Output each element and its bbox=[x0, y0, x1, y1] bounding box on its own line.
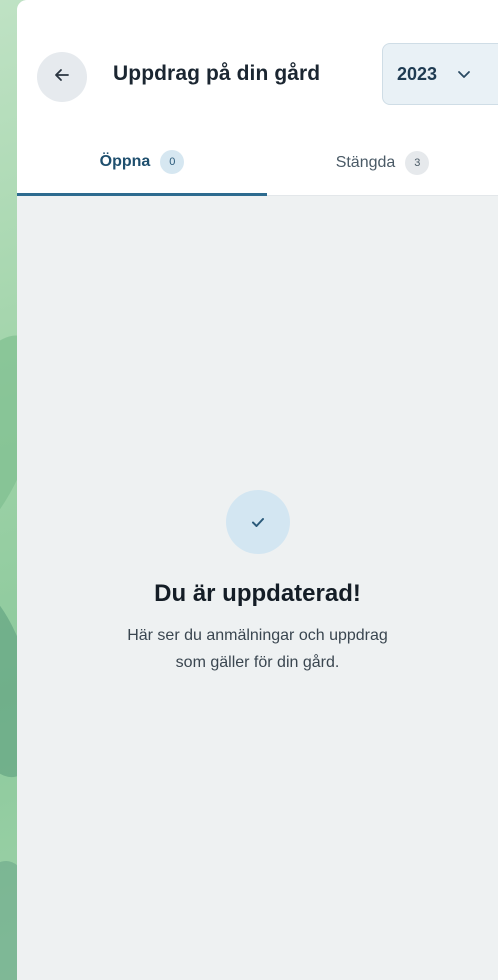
empty-state: Du är uppdaterad! Här ser du anmälningar… bbox=[17, 490, 498, 676]
tab-open-count-badge: 0 bbox=[160, 149, 185, 174]
year-select[interactable]: 2023 bbox=[382, 43, 498, 105]
tab-open-label: Öppna bbox=[99, 152, 151, 170]
empty-state-title: Du är uppdaterad! bbox=[154, 580, 361, 607]
back-button[interactable] bbox=[37, 52, 87, 102]
tab-bar: Öppna 0 Stängda 3 bbox=[17, 130, 498, 196]
header: Uppdrag på din gård 2023 Öppna 0 Stängda… bbox=[17, 0, 498, 196]
tab-closed[interactable]: Stängda 3 bbox=[267, 130, 498, 196]
year-select-value: 2023 bbox=[397, 63, 438, 84]
page-title: Uppdrag på din gård bbox=[113, 62, 321, 85]
empty-state-text: Här ser du anmälningar och uppdrag som g… bbox=[127, 627, 388, 671]
chevron-down-icon bbox=[455, 65, 473, 83]
check-icon bbox=[225, 490, 290, 554]
arrow-left-icon bbox=[52, 65, 72, 90]
tab-closed-count-badge: 3 bbox=[405, 151, 430, 175]
tab-closed-label: Stängda bbox=[335, 154, 396, 171]
assignments-panel: Uppdrag på din gård 2023 Öppna 0 Stängda… bbox=[17, 0, 498, 980]
tab-open[interactable]: Öppna 0 bbox=[17, 130, 267, 196]
